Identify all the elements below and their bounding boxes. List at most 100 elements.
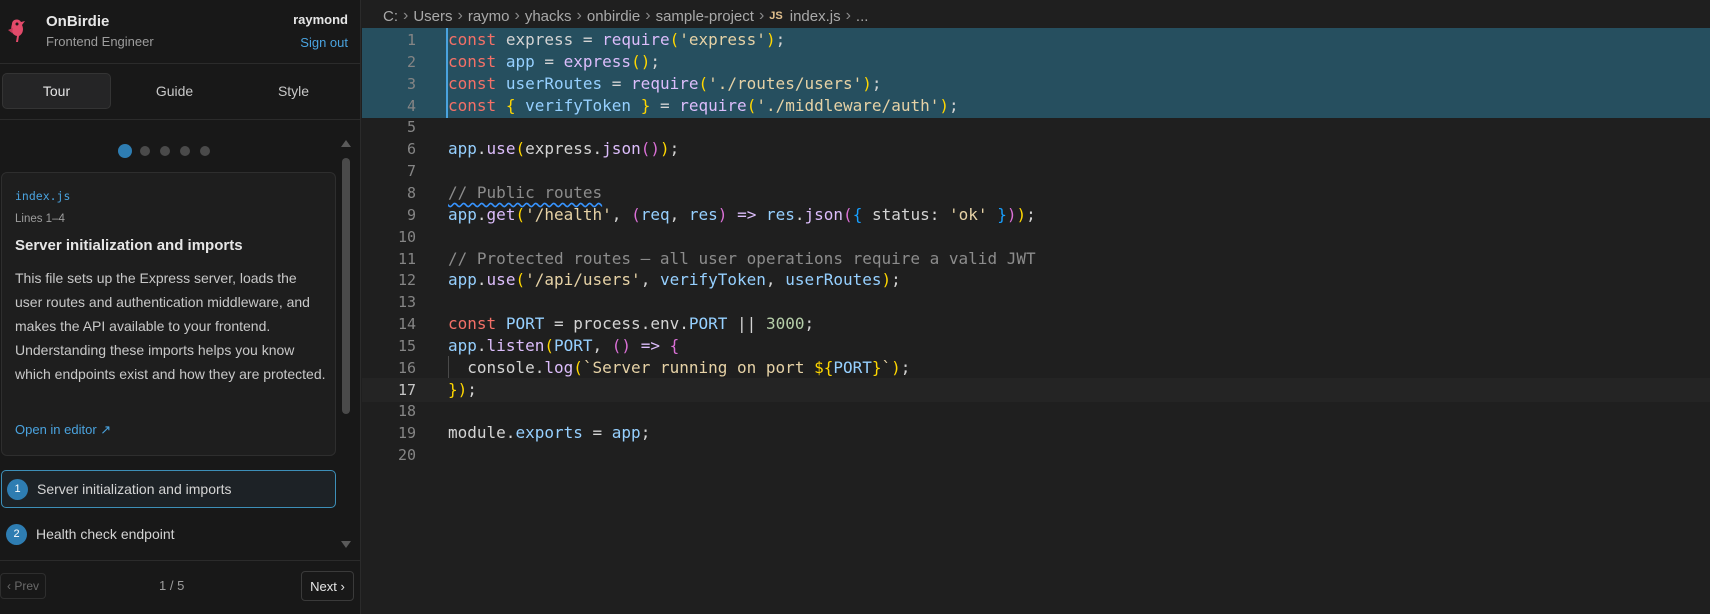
chevron-right-icon: › bbox=[845, 7, 851, 24]
breadcrumb-item[interactable]: Users bbox=[413, 8, 452, 25]
line-code: const userRoutes = require('./routes/use… bbox=[448, 73, 882, 93]
step-list-item[interactable]: 1 Server initialization and imports bbox=[1, 470, 336, 508]
code-editor[interactable]: C: › Users › raymo › yhacks › onbirdie ›… bbox=[362, 0, 1710, 614]
code-line[interactable]: 12 app.use('/api/users', verifyToken, use… bbox=[362, 268, 1710, 292]
code-line[interactable]: 18 bbox=[362, 399, 1710, 423]
code-line[interactable]: 19 module.exports = app; bbox=[362, 421, 1710, 445]
line-code: app.listen(PORT, () => { bbox=[448, 335, 680, 355]
line-number: 7 bbox=[406, 162, 416, 181]
progress-dot[interactable] bbox=[140, 146, 150, 156]
line-code: console.log(`Server running on port ${PO… bbox=[467, 357, 911, 377]
line-code: // Public routes bbox=[448, 182, 603, 202]
open-in-editor-link[interactable]: Open in editor ↗ bbox=[15, 422, 111, 438]
code-line[interactable]: 17}); bbox=[362, 377, 1710, 402]
breadcrumb-item[interactable]: raymo bbox=[468, 8, 510, 25]
code-line[interactable]: 8 // Public routes bbox=[362, 181, 1710, 205]
line-number: 15 bbox=[397, 336, 416, 355]
line-code: // Protected routes — all user operation… bbox=[448, 248, 1036, 268]
code-line[interactable]: 16 console.log(`Server running on port $… bbox=[362, 355, 1710, 380]
card-title: Server initialization and imports bbox=[15, 237, 243, 254]
progress-dot[interactable] bbox=[200, 146, 210, 156]
chevron-right-icon: › bbox=[514, 7, 520, 24]
scroll-down-arrow-icon[interactable] bbox=[341, 541, 351, 548]
code-line[interactable]: 6 app.use(express.json()); bbox=[362, 137, 1710, 161]
line-number: 13 bbox=[397, 293, 416, 312]
code-line[interactable]: 5 bbox=[362, 115, 1710, 139]
code-line[interactable]: 4 const { verifyToken } = require('./midd… bbox=[362, 93, 1710, 118]
chevron-right-icon: › bbox=[403, 7, 409, 24]
line-code: }); bbox=[448, 379, 477, 399]
step-card: index.js Lines 1–4 Server initialization… bbox=[1, 172, 336, 456]
code-line[interactable]: 3 const userRoutes = require('./routes/us… bbox=[362, 71, 1710, 96]
code-line[interactable]: 7 bbox=[362, 159, 1710, 183]
line-code: module.exports = app; bbox=[448, 423, 651, 443]
line-code: const { verifyToken } = require('./middl… bbox=[448, 95, 959, 115]
breadcrumb-item[interactable]: index.js bbox=[790, 8, 841, 25]
code-line[interactable]: 14 const PORT = process.env.PORT || 3000; bbox=[362, 312, 1710, 336]
card-file-name: index.js bbox=[15, 189, 71, 203]
code-line[interactable]: 2 const app = express(); bbox=[362, 49, 1710, 74]
code-line[interactable]: 10 bbox=[362, 225, 1710, 249]
line-code: const express = require('express'); bbox=[448, 30, 786, 49]
step-number-badge: 2 bbox=[6, 523, 27, 545]
prev-button[interactable]: ‹ Prev bbox=[0, 573, 46, 599]
scrollbar-thumb[interactable] bbox=[342, 158, 350, 414]
next-button[interactable]: Next › bbox=[301, 571, 354, 601]
line-code: app.get('/health', (req, res) => res.jso… bbox=[448, 204, 1036, 224]
chevron-right-icon: › bbox=[457, 7, 463, 24]
breadcrumb-item[interactable]: C: bbox=[383, 8, 398, 25]
line-number: 19 bbox=[397, 424, 416, 443]
step-list-item[interactable]: 2 Health check endpoint bbox=[1, 515, 336, 553]
line-number: 6 bbox=[406, 140, 416, 159]
line-number: 11 bbox=[397, 249, 416, 268]
line-number: 12 bbox=[397, 271, 416, 290]
line-number: 14 bbox=[397, 315, 416, 334]
code-line[interactable]: 9 app.get('/health', (req, res) => res.js… bbox=[362, 203, 1710, 227]
javascript-file-icon: JS bbox=[769, 10, 783, 22]
progress-dot[interactable] bbox=[180, 146, 190, 156]
sidebar-tabs: Tour Guide Style bbox=[0, 64, 361, 120]
scroll-up-arrow-icon[interactable] bbox=[341, 140, 351, 147]
user-name: raymond bbox=[293, 12, 348, 27]
code-line[interactable]: 20 bbox=[362, 443, 1710, 467]
breadcrumb-item[interactable]: onbirdie bbox=[587, 8, 640, 25]
line-code: app.use(express.json()); bbox=[448, 139, 680, 159]
line-number: 17 bbox=[397, 380, 416, 399]
app-name: OnBirdie bbox=[46, 13, 110, 30]
line-number: 1 bbox=[406, 31, 416, 49]
breadcrumb-item[interactable]: sample-project bbox=[656, 8, 754, 25]
page-indicator: 1 / 5 bbox=[159, 578, 185, 593]
sidebar-header: OnBirdie Frontend Engineer raymond Sign … bbox=[0, 0, 361, 64]
code-line[interactable]: 15 app.listen(PORT, () => { bbox=[362, 334, 1710, 358]
line-number: 8 bbox=[406, 183, 416, 202]
line-number: 16 bbox=[397, 358, 416, 377]
line-number: 5 bbox=[406, 118, 416, 137]
progress-dot[interactable] bbox=[160, 146, 170, 156]
tour-sidebar: OnBirdie Frontend Engineer raymond Sign … bbox=[0, 0, 361, 614]
line-number: 20 bbox=[397, 446, 416, 465]
step-number-badge: 1 bbox=[7, 478, 28, 500]
chevron-right-icon: › bbox=[576, 7, 582, 24]
breadcrumb-item[interactable]: yhacks bbox=[525, 8, 572, 25]
tab-style[interactable]: Style bbox=[240, 73, 347, 109]
tour-footer: ‹ Prev 1 / 5 Next › bbox=[0, 560, 361, 614]
progress-dot[interactable] bbox=[118, 144, 132, 158]
line-number: 3 bbox=[406, 74, 416, 93]
breadcrumb-item[interactable]: ... bbox=[856, 8, 869, 25]
code-line[interactable]: 1 const express = require('express'); bbox=[362, 28, 1710, 52]
chevron-right-icon: › bbox=[758, 7, 765, 24]
code-line[interactable]: 11 // Protected routes — all user operati… bbox=[362, 247, 1710, 271]
tab-tour[interactable]: Tour bbox=[2, 73, 111, 109]
sidebar-scrollbar[interactable] bbox=[339, 138, 353, 550]
line-code: const PORT = process.env.PORT || 3000; bbox=[448, 314, 815, 334]
code-line[interactable]: 13 bbox=[362, 290, 1710, 314]
sign-out-link[interactable]: Sign out bbox=[300, 35, 348, 50]
tab-guide[interactable]: Guide bbox=[121, 73, 228, 109]
line-code: app.use('/api/users', verifyToken, userR… bbox=[448, 270, 901, 290]
line-number: 9 bbox=[406, 205, 416, 224]
card-line-range: Lines 1–4 bbox=[15, 213, 65, 225]
line-number: 18 bbox=[397, 402, 416, 421]
card-description: This file sets up the Express server, lo… bbox=[15, 270, 326, 382]
step-label: Server initialization and imports bbox=[37, 481, 232, 497]
line-number: 4 bbox=[406, 96, 416, 115]
